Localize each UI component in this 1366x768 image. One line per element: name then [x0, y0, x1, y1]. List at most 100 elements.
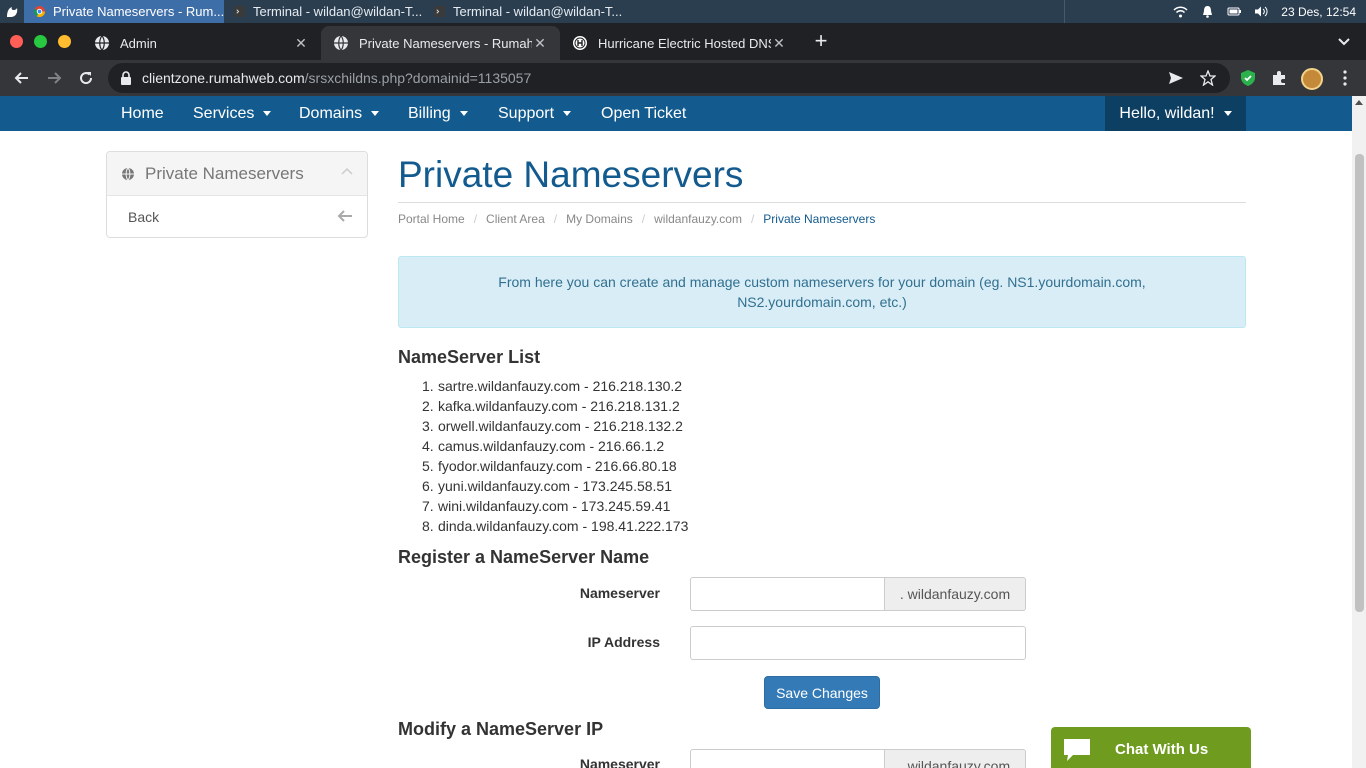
nameserver-entry: dinda.wildanfauzy.com - 198.41.222.173: [438, 518, 689, 534]
chat-label: Chat With Us: [1115, 741, 1209, 758]
extensions-puzzle-icon[interactable]: [1270, 69, 1288, 87]
nav-services[interactable]: Services: [193, 96, 272, 131]
window-close-button[interactable]: [10, 35, 23, 48]
nav-domains-label: Domains: [299, 104, 363, 122]
page-viewport: Home Services Domains Billing Support Op…: [0, 96, 1352, 768]
breadcrumb-portal-home[interactable]: Portal Home: [398, 212, 465, 226]
nameserver-entry: yuni.wildanfauzy.com - 173.245.58.51: [438, 478, 672, 494]
scrollbar-thumb[interactable]: [1355, 154, 1364, 612]
chat-bubble-icon: [1064, 738, 1090, 761]
nav-billing[interactable]: Billing: [408, 96, 468, 131]
list-item: 1. sartre.wildanfauzy.com - 216.218.130.2: [422, 376, 688, 396]
url-text[interactable]: clientzone.rumahweb.com/srsxchildns.php?…: [142, 70, 531, 86]
caret-down-icon: [563, 111, 572, 116]
nameserver-input-group: . wildanfauzy.com: [690, 577, 1026, 611]
tab-title: Admin: [120, 35, 157, 51]
nameserver-entry: orwell.wildanfauzy.com - 216.218.132.2: [438, 418, 683, 434]
send-icon[interactable]: [1168, 70, 1184, 86]
browser-tab-hurricane-electric[interactable]: Hurricane Electric Hosted DNS ✕: [560, 26, 799, 60]
modify-nameserver-select[interactable]: [690, 749, 885, 768]
back-arrow-icon[interactable]: [10, 66, 34, 90]
wifi-icon[interactable]: [1173, 5, 1188, 18]
nav-support[interactable]: Support: [498, 96, 572, 131]
nameserver-entry: sartre.wildanfauzy.com - 216.218.130.2: [438, 378, 683, 394]
breadcrumb-separator: /: [553, 212, 558, 226]
terminal-icon: [234, 6, 245, 17]
address-bar[interactable]: clientzone.rumahweb.com/srsxchildns.php?…: [108, 63, 1230, 93]
bookmark-star-icon[interactable]: [1200, 70, 1216, 86]
profile-avatar[interactable]: [1301, 68, 1323, 90]
modify-nameserver-input-group: . wildanfauzy.com: [690, 749, 1026, 768]
domain-suffix-addon: . wildanfauzy.com: [885, 749, 1026, 768]
chat-widget-button[interactable]: Chat With Us: [1051, 727, 1251, 768]
save-changes-button[interactable]: Save Changes: [764, 676, 880, 709]
nav-support-label: Support: [498, 104, 555, 122]
ip-address-input[interactable]: [690, 626, 1026, 660]
list-item: 6. yuni.wildanfauzy.com - 173.245.58.51: [422, 476, 688, 496]
chevron-up-icon[interactable]: [341, 166, 353, 176]
breadcrumb-current: Private Nameservers: [763, 212, 876, 226]
register-heading: Register a NameServer Name: [398, 547, 650, 567]
tray-divider: [1064, 0, 1065, 23]
list-number: 1.: [422, 378, 434, 394]
lock-icon[interactable]: [120, 71, 132, 85]
window-maximize-button[interactable]: [34, 35, 47, 48]
breadcrumb-domain[interactable]: wildanfauzy.com: [654, 212, 742, 226]
sidebar-panel: Private Nameservers Back: [106, 151, 368, 238]
nav-open-ticket-label: Open Ticket: [601, 104, 687, 122]
page-title: Private Nameservers: [398, 154, 744, 195]
nav-home[interactable]: Home: [121, 96, 164, 131]
shield-extension-icon[interactable]: [1239, 69, 1257, 87]
sidebar-header[interactable]: Private Nameservers: [107, 152, 367, 196]
nav-services-label: Services: [193, 104, 255, 122]
nameserver-input[interactable]: [690, 577, 885, 611]
menu-kebab-icon[interactable]: [1339, 70, 1351, 86]
sidebar-item-back[interactable]: Back: [107, 196, 367, 237]
caret-down-icon: [371, 111, 380, 116]
info-alert-text: From here you can create and manage cust…: [498, 274, 1146, 310]
browser-tab-admin[interactable]: Admin ✕: [82, 26, 321, 60]
tab-close-icon[interactable]: ✕: [771, 35, 787, 51]
taskbar-task-terminal-2[interactable]: Terminal - wildan@wildan-T...: [424, 0, 624, 23]
scroll-up-icon[interactable]: [1355, 100, 1363, 105]
nameserver-entry: kafka.wildanfauzy.com - 216.218.131.2: [438, 398, 680, 414]
url-host: clientzone.rumahweb.com: [142, 70, 305, 86]
volume-icon[interactable]: [1254, 5, 1269, 18]
breadcrumb-client-area[interactable]: Client Area: [486, 212, 545, 226]
nav-domains[interactable]: Domains: [299, 96, 380, 131]
breadcrumb-separator: /: [641, 212, 646, 226]
battery-icon[interactable]: [1227, 5, 1242, 18]
browser-tab-private-nameservers[interactable]: Private Nameservers - Rumahweb ✕: [321, 26, 560, 60]
list-item: 7. wini.wildanfauzy.com - 173.245.59.41: [422, 496, 688, 516]
bell-icon[interactable]: [1200, 5, 1215, 18]
list-item: 3. orwell.wildanfauzy.com - 216.218.132.2: [422, 416, 688, 436]
breadcrumb-my-domains[interactable]: My Domains: [566, 212, 633, 226]
browser-toolbar: clientzone.rumahweb.com/srsxchildns.php?…: [0, 60, 1366, 96]
tab-search-chevron-icon[interactable]: [1334, 33, 1354, 51]
list-item: 2. kafka.wildanfauzy.com - 216.218.131.2: [422, 396, 688, 416]
url-path: /srsxchildns.php?domainid=1135057: [304, 70, 532, 86]
page-scrollbar[interactable]: [1352, 96, 1366, 768]
sidebar-title: Private Nameservers: [145, 163, 304, 183]
browser-tabstrip: Admin ✕ Private Nameservers - Rumahweb ✕…: [0, 23, 1366, 60]
nav-home-label: Home: [121, 104, 164, 122]
chrome-icon: [34, 6, 45, 17]
reload-icon[interactable]: [74, 66, 98, 90]
nav-open-ticket[interactable]: Open Ticket: [601, 96, 686, 131]
taskbar-task-browser[interactable]: Private Nameservers - Rum...: [24, 0, 224, 23]
taskbar-task-label: Terminal - wildan@wildan-T...: [453, 4, 623, 19]
tab-close-icon[interactable]: ✕: [532, 35, 548, 51]
clock[interactable]: 23 Des, 12:54: [1281, 5, 1356, 19]
user-menu[interactable]: Hello, wildan!: [1105, 96, 1246, 131]
tab-close-icon[interactable]: ✕: [293, 35, 309, 51]
new-tab-plus-icon[interactable]: +: [808, 28, 834, 53]
arrow-left-icon: [337, 210, 352, 222]
taskbar-task-terminal-1[interactable]: Terminal - wildan@wildan-T...: [224, 0, 424, 23]
window-minimize-button[interactable]: [58, 35, 71, 48]
nameserver-list-heading: NameServer List: [398, 347, 541, 367]
os-menu-icon[interactable]: [0, 0, 24, 23]
caret-down-icon: [459, 111, 468, 116]
nameserver-entry: camus.wildanfauzy.com - 216.66.1.2: [438, 438, 665, 454]
forward-arrow-icon[interactable]: [42, 66, 66, 90]
ip-address-label: IP Address: [587, 634, 660, 650]
